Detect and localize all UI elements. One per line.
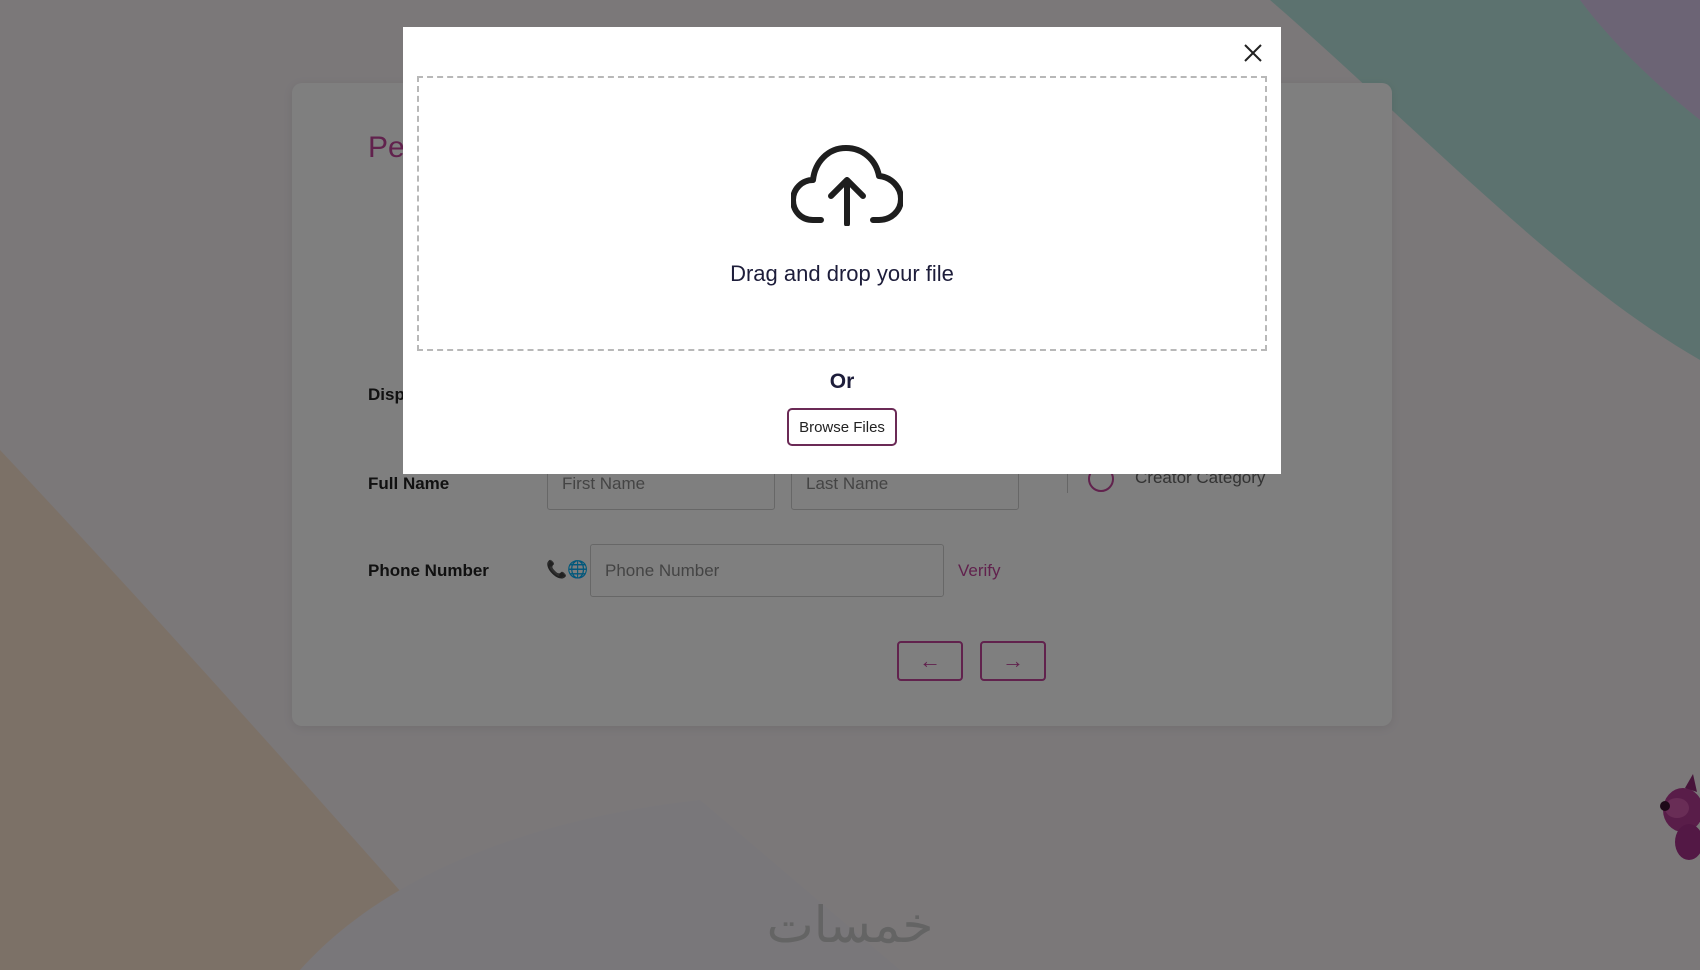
close-button[interactable] [1241,41,1265,65]
file-upload-modal: Drag and drop your file Or Browse Files [403,27,1281,474]
file-dropzone[interactable]: Drag and drop your file [417,76,1267,351]
close-icon [1244,44,1262,62]
cloud-upload-icon [791,145,903,226]
browse-files-button[interactable]: Browse Files [787,408,897,446]
drop-instruction-text: Drag and drop your file [730,261,954,286]
or-separator: Or [829,370,855,393]
